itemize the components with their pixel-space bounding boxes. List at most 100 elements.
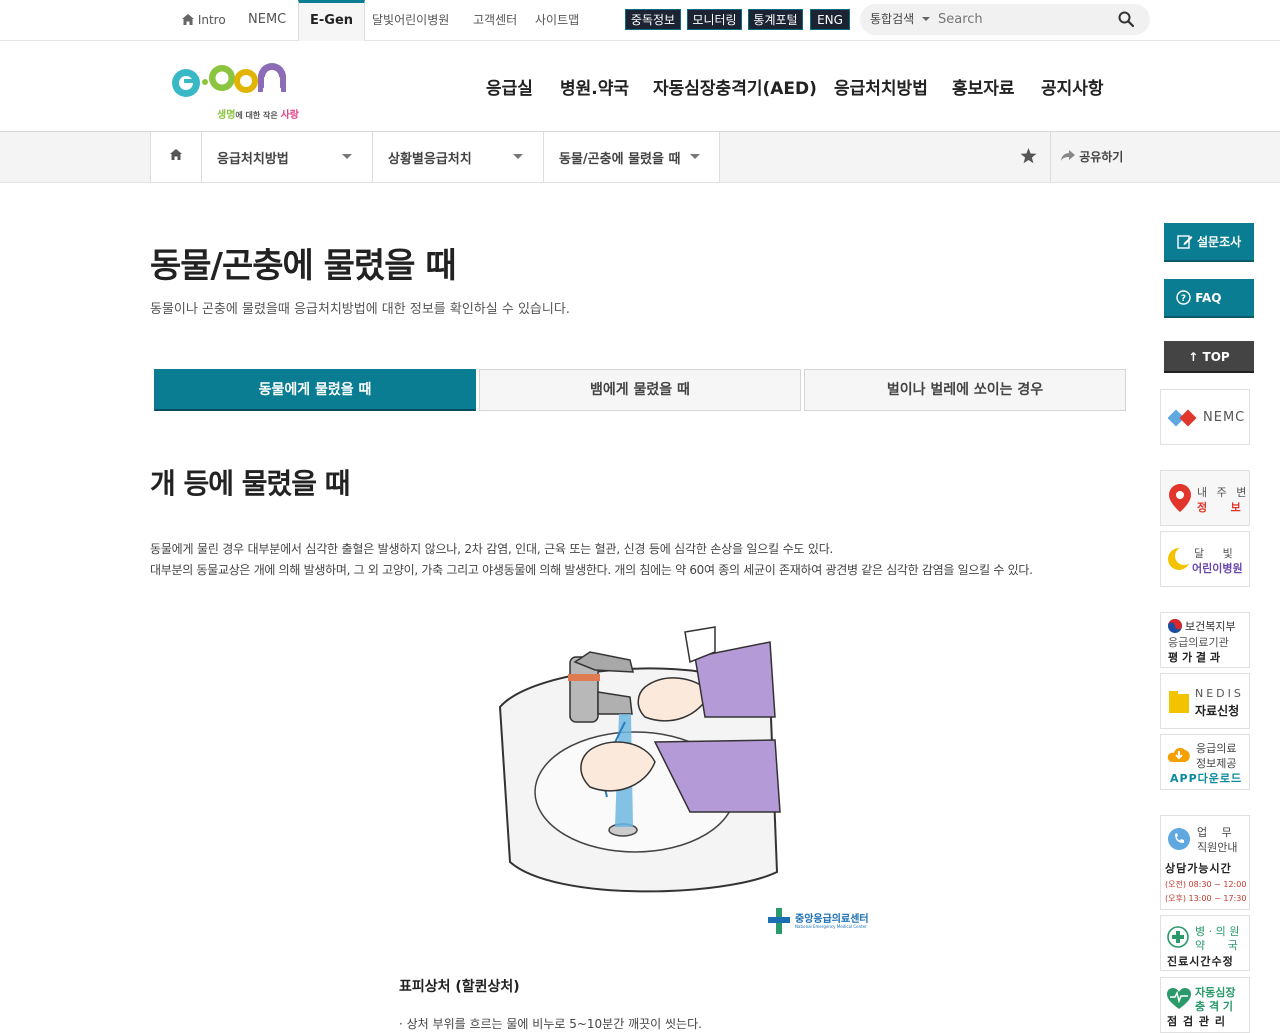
quick-hosp-line3: 진료시간수정 [1167, 955, 1234, 968]
quick-aed-line2: 충 격 기 [1195, 1000, 1234, 1013]
search-scope-label: 통합검색 [870, 12, 915, 26]
egen-tab[interactable]: E-Gen [298, 0, 366, 41]
quick-nearby-line2: 정 보 [1197, 501, 1244, 514]
svg-text:?: ? [1181, 294, 1186, 304]
home-icon [182, 14, 194, 25]
quick-app-line1: 응급의료 [1196, 742, 1237, 755]
chevron-down-icon [922, 17, 930, 21]
sitemap-link[interactable]: 사이트맵 [535, 0, 579, 41]
quick-nedis-line2: 자료신청 [1195, 704, 1240, 718]
quick-nearby-info[interactable]: 내 주 변 정 보 [1160, 470, 1250, 526]
share-button[interactable]: 공유하기 [1050, 132, 1123, 182]
page-title: 동물/곤충에 물렸을 때 [150, 246, 457, 286]
moonlight-link[interactable]: 달빛어린이병원 [372, 0, 449, 41]
quick-evaluation[interactable]: 보건복지부 응급의료기관 평 가 결 과 [1160, 612, 1250, 668]
nemc-cross-icon [768, 908, 790, 934]
image-credit-en: National Emergency Medical Center [795, 924, 867, 929]
quick-nearby-line1: 내 주 변 [1197, 486, 1250, 499]
chevron-down-icon [342, 154, 352, 159]
search-input[interactable] [938, 9, 1108, 30]
quick-staff-line1: 업 무 [1197, 826, 1233, 839]
monitoring-button[interactable]: 모니터링 [687, 9, 742, 30]
survey-label: 설문조사 [1197, 235, 1242, 249]
quick-eval-line3: 평 가 결 과 [1168, 651, 1220, 664]
breadcrumb-situation-select[interactable]: 상황별응급처치 [372, 132, 543, 182]
quick-hospital-hours[interactable]: 병 · 의 원 약 국 진료시간수정 [1160, 915, 1250, 971]
quick-staff-pm: (오후) 13:00 ~ 17:30 [1165, 894, 1247, 903]
illustration-graphic [498, 626, 781, 893]
quick-staff-line2: 직원안내 [1197, 841, 1238, 854]
eng-button[interactable]: ENG [810, 9, 850, 30]
breadcrumb-home[interactable] [150, 132, 201, 182]
breadcrumb-situation-label: 상황별응급처치 [388, 152, 472, 167]
breadcrumb-first-aid-label: 응급처치방법 [217, 152, 289, 167]
quick-moonlight-line2: 어린이병원 [1192, 562, 1243, 575]
subhead: 표피상처 (할퀸상처) [399, 979, 520, 995]
quick-aed-management[interactable]: 자동심장 충 격 기 점 검 관 리 [1160, 977, 1250, 1033]
quick-aed-line3: 점 검 관 리 [1167, 1015, 1226, 1028]
tab-insect-sting[interactable]: 벌이나 벌레에 쏘이는 경우 [804, 369, 1126, 411]
moon-icon [1168, 547, 1189, 570]
gnb-promotion[interactable]: 홍보자료 [952, 74, 1015, 99]
nemc-link[interactable]: NEMC [248, 0, 286, 41]
folder-icon [1169, 691, 1189, 713]
breadcrumb-bite-label: 동물/곤충에 물렸을 때 [559, 152, 681, 167]
image-credit: 중앙응급의료센터 National Emergency Medical Cent… [768, 908, 878, 934]
question-icon: ? [1176, 290, 1191, 305]
section-title: 개 등에 물렸을 때 [150, 467, 351, 500]
breadcrumb: 응급처치방법 상황별응급처치 동물/곤충에 물렸을 때 공유하기 [0, 132, 1280, 183]
body-text-line2: 대부분의 동물교상은 개에 의해 발생하며, 그 외 고양이, 가축 그리고 야… [150, 563, 1033, 577]
edit-icon [1177, 235, 1193, 249]
home-icon [170, 149, 182, 160]
gnb-hospital-pharmacy[interactable]: 병원.약국 [560, 74, 629, 99]
top-button[interactable]: ↑ TOP [1164, 341, 1254, 373]
share-icon [1061, 150, 1075, 161]
chevron-down-icon [690, 154, 700, 159]
tab-snake-bite[interactable]: 뱀에게 물렸을 때 [479, 369, 801, 411]
poison-info-button[interactable]: 중독정보 [625, 9, 681, 30]
location-pin-icon [1169, 484, 1191, 512]
quick-eval-line1: 보건복지부 [1185, 620, 1236, 633]
gnb-emergency-room[interactable]: 응급실 [486, 74, 533, 99]
tab-animal-bite[interactable]: 동물에게 물렸을 때 [154, 369, 476, 411]
search-scope-select[interactable]: 통합검색 [870, 4, 930, 35]
medical-cross-icon [1167, 926, 1189, 948]
quick-moonlight-line1: 달 빛 [1194, 547, 1235, 560]
body-text-line1: 동물에게 물린 경우 대부분에서 심각한 출혈은 발생하지 않으나, 2차 감염… [150, 542, 834, 556]
logo-slogan-part3: 사랑 [280, 110, 299, 121]
gnb-notice[interactable]: 공지사항 [1041, 74, 1104, 99]
search-icon[interactable] [1118, 11, 1134, 27]
faq-label: FAQ [1195, 291, 1222, 305]
faq-button[interactable]: ? FAQ [1164, 279, 1254, 318]
handwashing-illustration [495, 622, 785, 912]
quick-nedis[interactable]: NEDIS 자료신청 [1160, 673, 1250, 729]
utility-bar: Intro NEMC E-Gen 달빛어린이병원 고객센터 사이트맵 중독정보 … [0, 0, 1280, 41]
logo-slogan: 생명에 대한 작은 사랑 [217, 106, 299, 121]
customer-center-link[interactable]: 고객센터 [473, 0, 517, 41]
image-credit-ko: 중앙응급의료센터 [795, 914, 869, 925]
chevron-down-icon [513, 154, 523, 159]
quick-app-line3: APP다운로드 [1170, 772, 1243, 785]
heartbeat-icon [1167, 988, 1191, 1009]
share-label: 공유하기 [1079, 150, 1124, 164]
quick-staff-guide[interactable]: 업 무 직원안내 상담가능시간 (오전) 08:30 ~ 12:00 (오후) … [1160, 815, 1250, 910]
page-subtitle: 동물이나 곤충에 물렸을때 응급처치방법에 대한 정보를 확인하실 수 있습니다… [150, 302, 570, 317]
gnb-aed[interactable]: 자동심장충격기(AED) [653, 74, 817, 99]
cloud-download-icon [1167, 747, 1190, 762]
phone-chat-icon [1168, 828, 1190, 850]
star-icon[interactable] [1020, 148, 1037, 164]
stats-portal-button[interactable]: 통계포털 [748, 9, 803, 30]
search-bar: 통합검색 [860, 4, 1150, 35]
intro-link[interactable]: Intro [182, 0, 226, 41]
survey-button[interactable]: 설문조사 [1164, 223, 1254, 262]
logo-mark [172, 63, 286, 97]
gnb-first-aid[interactable]: 응급처치방법 [834, 74, 928, 99]
quick-nedis-line1: NEDIS [1195, 687, 1244, 700]
quick-app-download[interactable]: 응급의료 정보제공 APP다운로드 [1160, 734, 1250, 790]
quick-app-line2: 정보제공 [1196, 757, 1237, 770]
breadcrumb-first-aid-select[interactable]: 응급처치방법 [201, 132, 372, 182]
quick-moonlight[interactable]: 달 빛 어린이병원 [1160, 531, 1250, 587]
egen-logo[interactable]: 생명에 대한 작은 사랑 [168, 57, 303, 121]
quick-nemc[interactable]: NEMC [1160, 389, 1250, 445]
breadcrumb-bite-select[interactable]: 동물/곤충에 물렸을 때 [543, 132, 720, 182]
